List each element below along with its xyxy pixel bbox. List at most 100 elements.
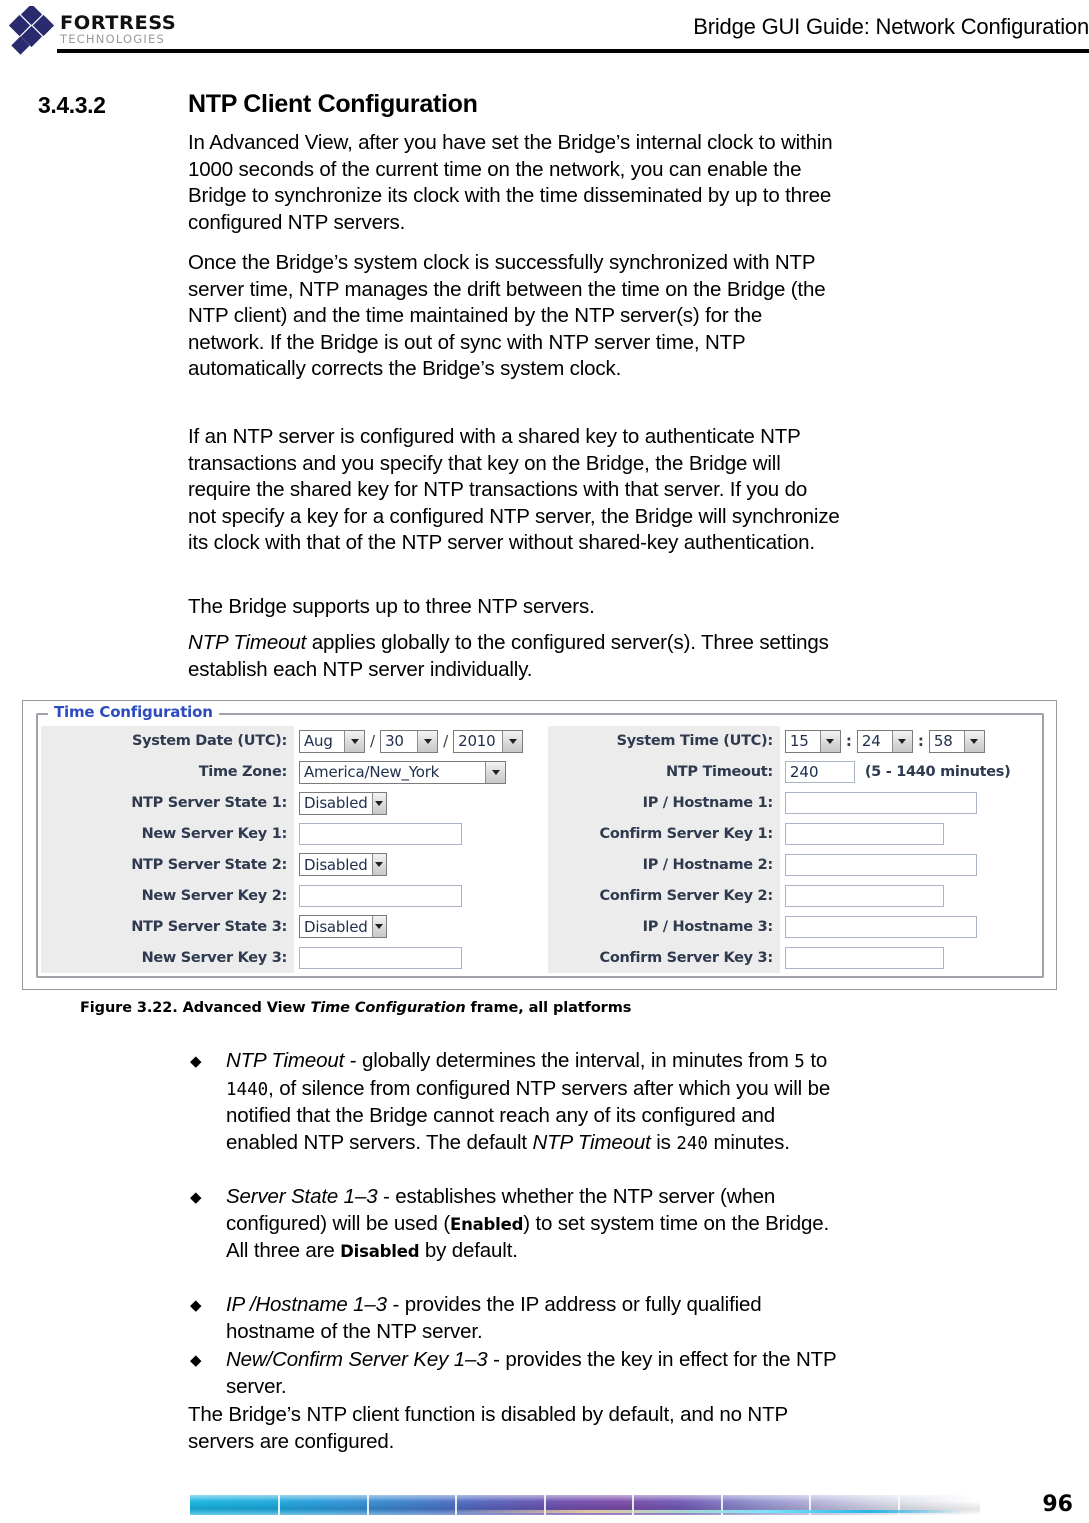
system-time-minutes-select[interactable]: 24	[856, 729, 913, 753]
bullet-2-enabled: Enabled	[450, 1214, 524, 1234]
system-time-seconds-select[interactable]: 58	[928, 729, 985, 753]
fieldset-legend: Time Configuration	[48, 703, 219, 721]
system-time-minutes-value: 24	[861, 732, 881, 751]
time-configuration-screenshot: Time Configuration System Date (UTC): Au…	[22, 700, 1057, 990]
control-system-time: 15 : 24 : 58	[780, 726, 1039, 757]
list-item-text: Server State 1–3 - establishes whether t…	[226, 1184, 842, 1266]
row-ntp-timeout: NTP Timeout: 240 (5 - 1440 minutes)	[547, 756, 1039, 788]
row-system-time: System Time (UTC): 15 : 24 : 58	[547, 726, 1039, 757]
ntp-server-state-1-value: Disabled	[304, 794, 368, 813]
confirm-server-key-3-input[interactable]	[784, 946, 944, 969]
chevron-down-icon[interactable]	[502, 730, 523, 752]
ip-hostname-2-input[interactable]	[784, 853, 977, 876]
bullet-1-t1: - globally determines the interval, in m…	[344, 1049, 795, 1072]
system-date-day-select[interactable]: 30	[380, 729, 439, 753]
chevron-down-icon[interactable]	[371, 854, 386, 876]
bullet-1-default: 240	[676, 1133, 708, 1154]
label-new-server-key-3: New Server Key 3:	[41, 942, 294, 973]
footer-decorative-band	[190, 1495, 980, 1515]
paragraph-3: If an NTP server is configured with a sh…	[188, 425, 840, 555]
row-ip-hostname-1: IP / Hostname 1:	[547, 787, 1039, 819]
form-left-column: System Date (UTC): Aug / 30 / 2010 Time …	[41, 726, 548, 973]
new-server-key-3-input[interactable]	[299, 946, 462, 969]
chevron-down-icon[interactable]	[485, 761, 505, 783]
label-confirm-server-key-1: Confirm Server Key 1:	[547, 818, 780, 850]
list-item: ◆ Server State 1–3 - establishes whether…	[190, 1184, 842, 1266]
ip-hostname-1-input[interactable]	[784, 792, 977, 815]
row-time-zone: Time Zone: America/New_York	[41, 756, 548, 788]
chevron-down-icon[interactable]	[417, 730, 438, 752]
time-zone-select[interactable]: America/New_York	[299, 760, 506, 784]
diamond-bullet-icon: ◆	[190, 1297, 202, 1314]
chevron-down-icon[interactable]	[344, 730, 364, 752]
bullet-4-term: New/Confirm Server Key 1–3	[226, 1348, 488, 1371]
bullet-2-t3: by default.	[419, 1239, 518, 1263]
system-date-day-value: 30	[385, 732, 404, 751]
diamond-bullet-icon: ◆	[190, 1053, 202, 1070]
bullet-1-term2: NTP Timeout	[532, 1130, 651, 1154]
label-confirm-server-key-2: Confirm Server Key 2:	[547, 880, 780, 912]
ntp-server-state-1-select[interactable]: Disabled	[299, 791, 387, 815]
date-separator-2: /	[443, 732, 449, 751]
row-ip-hostname-2: IP / Hostname 2:	[547, 849, 1039, 881]
figure-caption-term: Time Configuration	[310, 1000, 466, 1016]
control-confirm-server-key-1	[780, 819, 1039, 850]
figure-caption-lead: Figure 3.22. Advanced View	[80, 1000, 311, 1016]
ntp-server-state-3-select[interactable]: Disabled	[299, 915, 387, 939]
label-ntp-server-state-3: NTP Server State 3:	[41, 911, 294, 943]
closing-paragraph: The Bridge’s NTP client function is disa…	[188, 1403, 788, 1453]
form-right-column: System Time (UTC): 15 : 24 : 58 NTP Time…	[547, 726, 1039, 973]
diamond-bullet-icon: ◆	[190, 1189, 202, 1206]
chevron-down-icon[interactable]	[371, 916, 386, 938]
control-system-date: Aug / 30 / 2010	[294, 726, 548, 757]
page-title: NTP Client Configuration	[188, 90, 478, 118]
paragraph-5: NTP Timeout applies globally to the conf…	[188, 630, 840, 683]
confirm-server-key-2-input[interactable]	[784, 884, 944, 907]
control-confirm-server-key-2	[780, 880, 1039, 911]
paragraph-2: Once the Bridge’s system clock is succes…	[188, 251, 826, 381]
ntp-server-state-2-value: Disabled	[304, 855, 368, 874]
chevron-down-icon[interactable]	[371, 792, 386, 814]
system-time-hours-select[interactable]: 15	[784, 729, 841, 753]
new-server-key-1-input[interactable]	[299, 823, 462, 846]
paragraph-1: In Advanced View, after you have set the…	[188, 131, 833, 234]
bullet-1-min: 5	[794, 1052, 805, 1072]
page-number: 96	[1042, 1492, 1073, 1517]
control-ntp-server-state-1: Disabled	[294, 788, 548, 819]
diamond-logo-icon	[8, 6, 55, 55]
diamond-bullet-icon: ◆	[190, 1352, 202, 1369]
system-date-month-select[interactable]: Aug	[299, 729, 365, 753]
chevron-down-icon[interactable]	[963, 730, 984, 752]
ntp-server-state-2-select[interactable]: Disabled	[299, 853, 387, 877]
control-confirm-server-key-3	[780, 942, 1039, 973]
paragraph-5-term: NTP Timeout	[188, 631, 307, 654]
band-streak-highlight	[442, 1510, 965, 1513]
label-ntp-server-state-1: NTP Server State 1:	[41, 787, 294, 819]
page-footer: 96	[0, 1473, 1089, 1523]
header-rule-divider	[57, 49, 1089, 53]
system-date-month-value: Aug	[304, 732, 333, 751]
row-ntp-server-state-3: NTP Server State 3: Disabled	[41, 911, 548, 943]
list-item: ◆ New/Confirm Server Key 1–3 - provides …	[190, 1347, 842, 1400]
chevron-down-icon[interactable]	[891, 730, 912, 752]
label-system-date: System Date (UTC):	[41, 726, 294, 757]
ip-hostname-3-input[interactable]	[784, 915, 977, 938]
row-system-date: System Date (UTC): Aug / 30 / 2010	[41, 726, 548, 757]
label-ip-hostname-3: IP / Hostname 3:	[547, 911, 780, 943]
time-separator-1: :	[845, 732, 852, 751]
row-ip-hostname-3: IP / Hostname 3:	[547, 911, 1039, 943]
chevron-down-icon[interactable]	[819, 730, 840, 752]
bullet-1-term: NTP Timeout	[226, 1049, 345, 1072]
confirm-server-key-1-input[interactable]	[784, 823, 944, 846]
logo-primary-text: FORTRESS	[60, 12, 177, 34]
control-new-server-key-2	[294, 880, 548, 911]
new-server-key-2-input[interactable]	[299, 884, 462, 907]
row-confirm-server-key-1: Confirm Server Key 1:	[547, 818, 1039, 850]
system-date-year-select[interactable]: 2010	[453, 729, 524, 753]
label-new-server-key-2: New Server Key 2:	[41, 880, 294, 912]
bullet-1-t5: minutes.	[707, 1130, 790, 1154]
control-ip-hostname-3	[780, 911, 1039, 942]
ntp-timeout-input[interactable]: 240	[784, 761, 855, 784]
row-new-server-key-3: New Server Key 3:	[41, 942, 548, 973]
figure-caption: Figure 3.22. Advanced View Time Configur…	[80, 1000, 631, 1016]
